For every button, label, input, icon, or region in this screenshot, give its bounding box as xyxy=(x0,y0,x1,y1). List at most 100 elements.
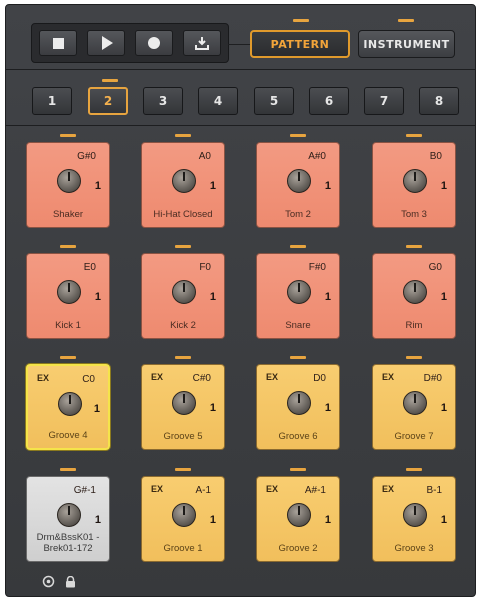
pad-knob[interactable] xyxy=(403,169,427,193)
pad-indicator xyxy=(290,468,306,471)
pad-knob[interactable] xyxy=(57,280,81,304)
stop-button[interactable] xyxy=(39,30,77,56)
pad-note: B0 xyxy=(429,151,442,162)
pad-value: 1 xyxy=(209,402,216,414)
drum-pad[interactable]: A#0 1 Tom 2 xyxy=(256,142,340,228)
pad-label: Groove 2 xyxy=(278,543,318,554)
drum-pad[interactable]: EX D0 1 Groove 6 xyxy=(256,364,340,450)
pad-indicator xyxy=(175,468,191,471)
pad-value: 1 xyxy=(209,514,216,526)
instrument-indicator xyxy=(398,19,414,22)
drum-pad[interactable]: EX C0 1 Groove 4 xyxy=(26,364,110,450)
bank-selector: 1 2 3 4 5 6 7 8 xyxy=(6,71,475,126)
bank-button-5[interactable]: 5 xyxy=(254,87,294,115)
drum-pad[interactable]: G0 1 Rim xyxy=(372,253,456,339)
pad-knob[interactable] xyxy=(403,503,427,527)
transport-controls xyxy=(31,23,229,63)
play-button[interactable] xyxy=(87,30,125,56)
pad-value: 1 xyxy=(93,403,100,415)
pad-note: E0 xyxy=(83,262,96,273)
pad-indicator xyxy=(60,134,76,137)
pad-value: 1 xyxy=(324,514,331,526)
pad-indicator xyxy=(406,134,422,137)
bank-button-1[interactable]: 1 xyxy=(32,87,72,115)
pad-indicator xyxy=(175,134,191,137)
bank-button-6[interactable]: 6 xyxy=(309,87,349,115)
lock-icon[interactable] xyxy=(65,575,76,588)
ex-badge: EX xyxy=(266,372,279,382)
drum-pad[interactable]: EX C#0 1 Groove 5 xyxy=(141,364,225,450)
bank-button-3[interactable]: 3 xyxy=(143,87,183,115)
pad-label: Groove 5 xyxy=(163,431,203,442)
stop-icon xyxy=(52,37,64,49)
drum-pad[interactable]: G#-1 1 Drm&BssK01 - Brek01-172 xyxy=(26,476,110,562)
pad-knob[interactable] xyxy=(403,391,427,415)
pad-indicator xyxy=(175,245,191,248)
instrument-mode-button[interactable]: INSTRUMENT xyxy=(358,30,455,58)
pad-knob[interactable] xyxy=(287,503,311,527)
drum-pad[interactable]: EX B-1 1 Groove 3 xyxy=(372,476,456,562)
pad-note: C0 xyxy=(82,374,95,385)
ex-badge: EX xyxy=(266,484,279,494)
drum-pad[interactable]: G#0 1 Shaker xyxy=(26,142,110,228)
pad-knob[interactable] xyxy=(287,169,311,193)
pad-indicator xyxy=(60,245,76,248)
pad-knob[interactable] xyxy=(172,280,196,304)
ex-badge: EX xyxy=(151,372,164,382)
drum-pad[interactable]: F#0 1 Snare xyxy=(256,253,340,339)
pad-label: Tom 3 xyxy=(401,209,427,220)
pad-indicator xyxy=(175,356,191,359)
pattern-indicator xyxy=(293,19,309,22)
pad-knob[interactable] xyxy=(172,169,196,193)
bank-button-2[interactable]: 2 xyxy=(88,87,128,115)
pad-knob[interactable] xyxy=(172,391,196,415)
drum-pad[interactable]: EX A-1 1 Groove 1 xyxy=(141,476,225,562)
pad-label: Kick 2 xyxy=(170,320,196,331)
pad-knob[interactable] xyxy=(57,169,81,193)
record-button[interactable] xyxy=(135,30,173,56)
pad-knob[interactable] xyxy=(57,503,81,527)
pad-note: F#0 xyxy=(308,262,326,273)
settings-icon[interactable] xyxy=(42,575,55,588)
ex-badge: EX xyxy=(382,484,395,494)
pad-value: 1 xyxy=(324,402,331,414)
pattern-mode-button[interactable]: PATTERN xyxy=(250,30,350,58)
drum-pad[interactable]: EX A#-1 1 Groove 2 xyxy=(256,476,340,562)
pad-value: 1 xyxy=(440,291,447,303)
bank-button-7[interactable]: 7 xyxy=(364,87,404,115)
pad-label: Kick 1 xyxy=(55,320,81,331)
pad-label: Snare xyxy=(285,320,311,331)
pad-value: 1 xyxy=(324,291,331,303)
export-button[interactable] xyxy=(183,30,221,56)
pad-knob[interactable] xyxy=(287,280,311,304)
pad-label: Groove 1 xyxy=(163,543,203,554)
pad-value: 1 xyxy=(440,402,447,414)
pad-note: A#0 xyxy=(308,151,326,162)
pad-label: Drm&BssK01 - Brek01-172 xyxy=(36,532,100,554)
drum-pad[interactable]: E0 1 Kick 1 xyxy=(26,253,110,339)
pad-knob[interactable] xyxy=(403,280,427,304)
pad-value: 1 xyxy=(209,180,216,192)
pad-label: Hi-Hat Closed xyxy=(153,209,213,220)
pad-knob[interactable] xyxy=(287,391,311,415)
drum-pad[interactable]: F0 1 Kick 2 xyxy=(141,253,225,339)
pad-label: Groove 7 xyxy=(394,431,434,442)
pad-label: Rim xyxy=(405,320,423,331)
pad-value: 1 xyxy=(94,514,101,526)
drum-pad[interactable]: B0 1 Tom 3 xyxy=(372,142,456,228)
pad-knob[interactable] xyxy=(172,503,196,527)
pad-indicator xyxy=(406,468,422,471)
pad-note: A#-1 xyxy=(304,485,326,496)
drum-pad[interactable]: A0 1 Hi-Hat Closed xyxy=(141,142,225,228)
pad-value: 1 xyxy=(440,180,447,192)
pad-indicator xyxy=(60,468,76,471)
pad-knob[interactable] xyxy=(58,392,82,416)
bank-button-4[interactable]: 4 xyxy=(198,87,238,115)
pad-indicator xyxy=(290,134,306,137)
drum-pad[interactable]: EX D#0 1 Groove 7 xyxy=(372,364,456,450)
pad-note: F0 xyxy=(199,262,211,273)
toolbar: PATTERN INSTRUMENT xyxy=(6,5,475,70)
bank-button-8[interactable]: 8 xyxy=(419,87,459,115)
pad-note: B-1 xyxy=(426,485,442,496)
pad-note: A-1 xyxy=(195,485,211,496)
